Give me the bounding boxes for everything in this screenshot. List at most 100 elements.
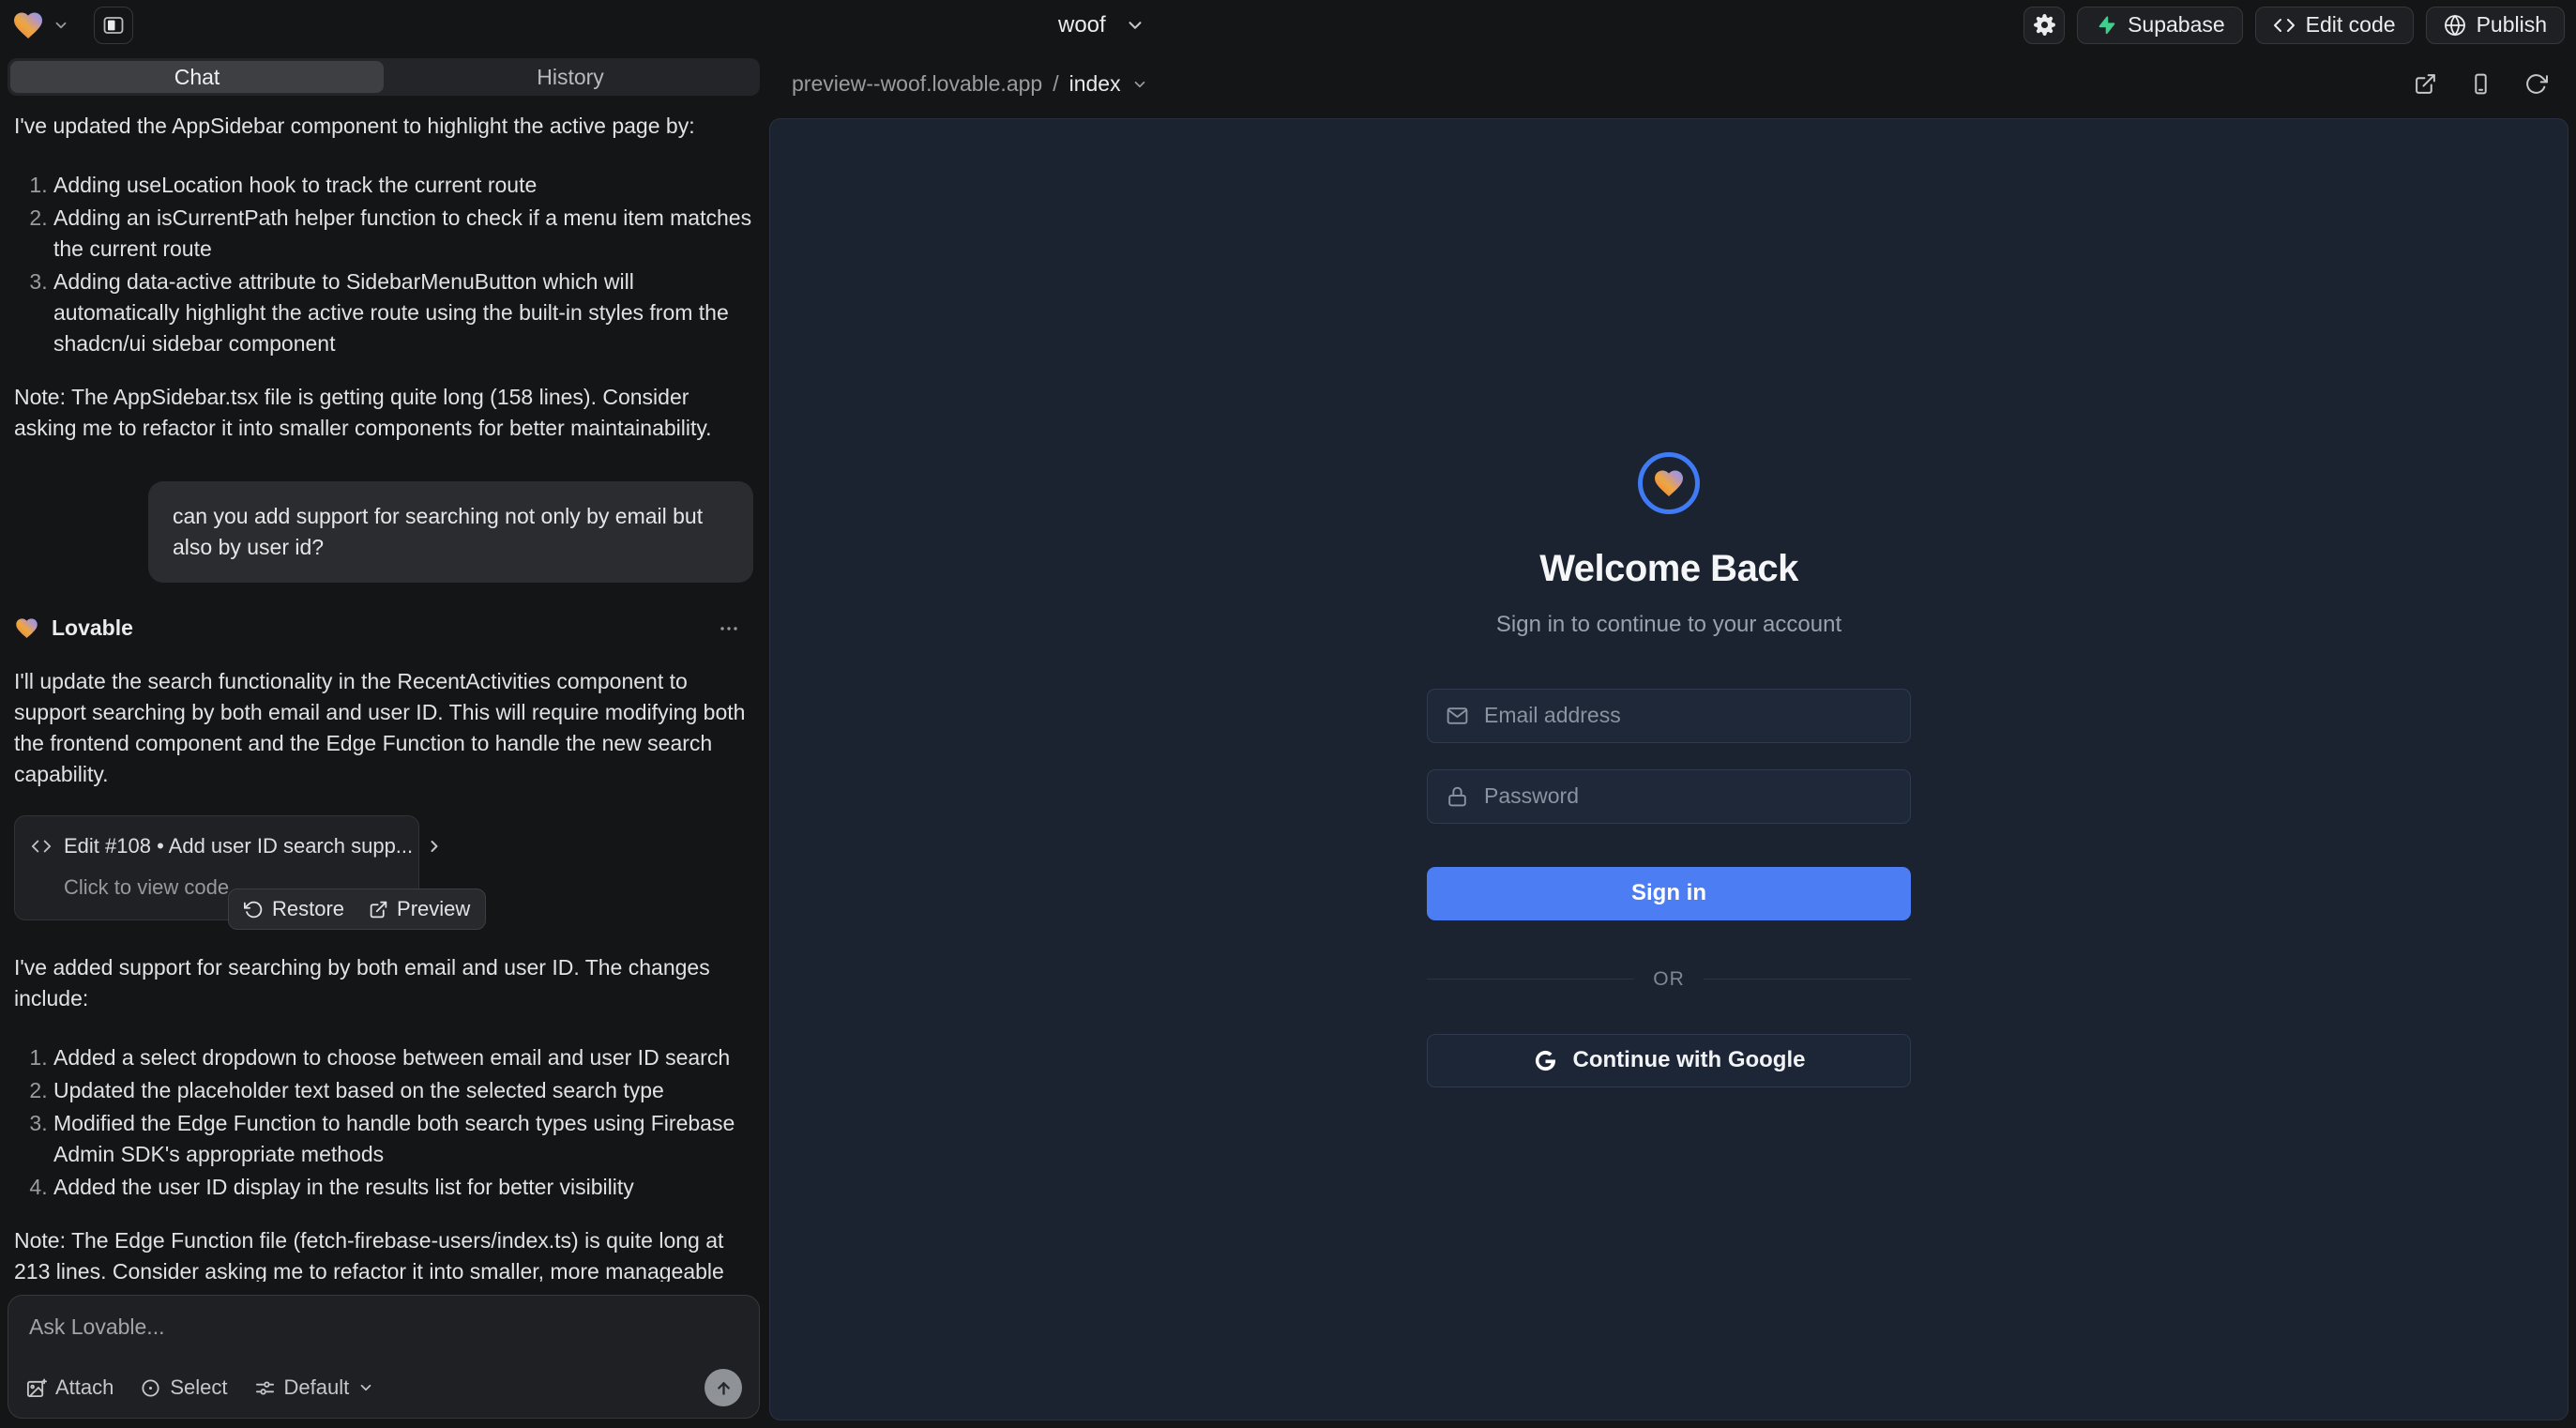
open-in-new-tab-button[interactable]	[2414, 72, 2437, 96]
message-menu-button[interactable]	[718, 617, 740, 640]
edit-card-area: Edit #108 • Add user ID search supp... C…	[14, 815, 455, 930]
assistant-name: Lovable	[52, 613, 133, 644]
preview-panel: preview--woof.lovable.app / index	[767, 50, 2576, 1428]
preview-viewport: Welcome Back Sign in to continue to your…	[769, 118, 2568, 1420]
chat-input[interactable]	[25, 1309, 742, 1348]
google-icon	[1533, 1048, 1558, 1073]
assistant-note: Note: The Edge Function file (fetch-fire…	[14, 1225, 753, 1282]
supabase-button[interactable]: Supabase	[2077, 7, 2243, 44]
lovable-heart-icon	[14, 615, 39, 641]
more-horizontal-icon	[718, 617, 740, 640]
list-item: Added a select dropdown to choose betwee…	[53, 1042, 753, 1073]
tab-history[interactable]: History	[384, 61, 757, 93]
page-title: Welcome Back	[1539, 548, 1798, 590]
signin-card: Welcome Back Sign in to continue to your…	[1427, 452, 1911, 1087]
email-field[interactable]	[1428, 690, 1910, 742]
chat-panel: Chat History I've updated the AppSidebar…	[0, 50, 767, 1428]
page-subtitle: Sign in to continue to your account	[1496, 612, 1841, 638]
assistant-paragraph: I'll update the search functionality in …	[14, 666, 753, 790]
divider-label: OR	[1653, 968, 1685, 991]
assistant-numbered-list: Added a select dropdown to choose betwee…	[14, 1042, 753, 1203]
globe-icon	[2444, 14, 2466, 37]
restore-button[interactable]: Restore	[244, 897, 344, 921]
assistant-numbered-list: Adding useLocation hook to track the cur…	[14, 170, 753, 359]
main-split: Chat History I've updated the AppSidebar…	[0, 50, 2576, 1428]
sign-in-button[interactable]: Sign in	[1427, 867, 1911, 920]
google-button-label: Continue with Google	[1573, 1047, 1806, 1073]
preview-url-selector[interactable]: preview--woof.lovable.app / index	[792, 71, 1148, 97]
project-menu[interactable]: woof	[1058, 0, 1145, 50]
topbar-right: Supabase Edit code Publish	[2023, 7, 2565, 44]
divider-line	[1704, 979, 1911, 980]
edit-card-header: Edit #108 • Add user ID search supp...	[31, 830, 402, 861]
list-item: Adding useLocation hook to track the cur…	[53, 170, 753, 201]
composer: Attach Select Default	[8, 1295, 760, 1419]
list-item: Added the user ID display in the results…	[53, 1172, 753, 1203]
assistant-header: Lovable	[14, 613, 753, 644]
lovable-logo-menu[interactable]	[11, 8, 69, 42]
chevron-right-icon	[425, 837, 444, 856]
chat-history-tabs: Chat History	[8, 58, 760, 96]
settings-button[interactable]	[2023, 7, 2065, 44]
continue-with-google-button[interactable]: Continue with Google	[1427, 1034, 1911, 1087]
list-item: Adding an isCurrentPath helper function …	[53, 203, 753, 265]
mode-selector[interactable]: Default	[254, 1375, 375, 1400]
assistant-paragraph: I've added support for searching by both…	[14, 952, 753, 1014]
composer-toolbar: Attach Select Default	[25, 1369, 742, 1406]
smartphone-icon	[2469, 72, 2493, 96]
send-button[interactable]	[705, 1369, 742, 1406]
code-icon	[31, 836, 52, 857]
list-item: Modified the Edge Function to handle bot…	[53, 1108, 753, 1170]
preview-header: preview--woof.lovable.app / index	[767, 50, 2576, 118]
sidebar-toggle-button[interactable]	[94, 7, 133, 44]
restore-icon	[244, 900, 264, 919]
supabase-icon	[2095, 14, 2117, 37]
publish-button[interactable]: Publish	[2426, 7, 2565, 44]
password-field[interactable]	[1428, 770, 1910, 823]
attach-button[interactable]: Attach	[25, 1375, 114, 1400]
divider: OR	[1427, 968, 1911, 991]
arrow-up-icon	[714, 1378, 734, 1398]
message-list: I've updated the AppSidebar component to…	[0, 96, 767, 1282]
top-bar: woof Supabase Edit code	[0, 0, 2576, 50]
supabase-label: Supabase	[2128, 12, 2225, 38]
app-logo	[1638, 452, 1700, 514]
user-message-row: can you add support for searching not on…	[14, 481, 753, 583]
sliders-icon	[254, 1377, 276, 1399]
external-link-icon	[369, 900, 388, 919]
divider-line	[1427, 979, 1634, 980]
refresh-icon	[2524, 72, 2548, 96]
chevron-down-icon	[53, 17, 69, 34]
target-icon	[140, 1377, 161, 1399]
password-field-wrap	[1427, 769, 1911, 824]
edit-code-button[interactable]: Edit code	[2255, 7, 2414, 44]
refresh-button[interactable]	[2524, 72, 2548, 96]
lovable-heart-icon	[11, 8, 45, 42]
mobile-view-button[interactable]	[2469, 72, 2493, 96]
panel-layout-icon	[102, 14, 125, 37]
mail-icon	[1446, 704, 1469, 727]
code-icon	[2273, 14, 2296, 37]
project-name: woof	[1058, 12, 1106, 38]
user-message-bubble: can you add support for searching not on…	[148, 481, 753, 583]
select-element-button[interactable]: Select	[140, 1375, 227, 1400]
preview-header-actions	[2414, 72, 2548, 96]
tab-chat[interactable]: Chat	[10, 61, 384, 93]
gear-icon	[2033, 13, 2056, 37]
preview-button[interactable]: Preview	[369, 897, 470, 921]
external-link-icon	[2414, 72, 2437, 96]
assistant-note: Note: The AppSidebar.tsx file is getting…	[14, 382, 753, 444]
preview-label: Preview	[397, 897, 470, 921]
topbar-left	[11, 7, 133, 44]
preview-url-separator: /	[1053, 71, 1058, 97]
lock-icon	[1446, 784, 1469, 808]
chevron-down-icon	[1125, 15, 1145, 36]
edit-card-title: Edit #108 • Add user ID search supp...	[64, 830, 413, 861]
restore-label: Restore	[272, 897, 344, 921]
edit-code-label: Edit code	[2306, 12, 2396, 38]
mode-label: Default	[284, 1375, 350, 1400]
edit-card-toolbar: Restore Preview	[228, 889, 486, 930]
attach-image-icon	[25, 1377, 47, 1399]
publish-label: Publish	[2477, 12, 2547, 38]
chevron-down-icon	[357, 1379, 374, 1396]
